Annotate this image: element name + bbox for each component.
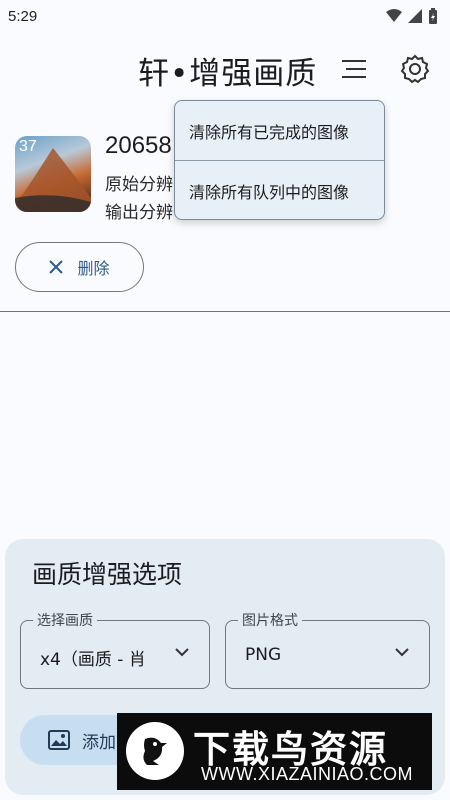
quality-select[interactable]: 选择画质 x4（画质 - 肖 bbox=[20, 610, 210, 689]
quality-label: 选择画质 bbox=[33, 610, 97, 630]
add-label: 添加 bbox=[82, 732, 116, 753]
settings-button[interactable] bbox=[398, 52, 432, 86]
delete-button[interactable]: 删除 bbox=[15, 242, 144, 292]
image-thumbnail[interactable]: 37 bbox=[15, 136, 91, 212]
image-icon bbox=[48, 730, 70, 750]
menu-item-clear-queued[interactable]: 清除所有队列中的图像 bbox=[175, 161, 384, 220]
menu-item-clear-completed[interactable]: 清除所有已完成的图像 bbox=[175, 101, 384, 160]
watermark-banner: 下载鸟资源 WWW.XIAZAINIAO.COM bbox=[117, 713, 432, 790]
wifi-icon bbox=[386, 9, 402, 22]
top-app-bar: 轩•增强画质 bbox=[0, 40, 450, 98]
battery-icon bbox=[429, 8, 437, 24]
format-select[interactable]: 图片格式 PNG bbox=[225, 610, 430, 689]
bird-logo-icon bbox=[126, 722, 184, 780]
menu-lines-icon bbox=[342, 60, 366, 78]
format-value: PNG bbox=[245, 645, 282, 665]
format-label: 图片格式 bbox=[238, 610, 302, 630]
menu-button[interactable] bbox=[337, 52, 371, 86]
chevron-down-icon bbox=[175, 648, 189, 657]
app-title: 轩•增强画质 bbox=[138, 56, 318, 92]
status-icons bbox=[386, 8, 438, 24]
status-time: 5:29 bbox=[8, 7, 38, 25]
delete-label: 删除 bbox=[77, 259, 110, 278]
output-resolution: 输出分辨 bbox=[105, 203, 173, 223]
quality-value: x4（画质 - 肖 bbox=[40, 650, 146, 670]
original-resolution: 原始分辨 bbox=[105, 175, 173, 195]
gear-icon bbox=[400, 54, 430, 84]
options-title: 画质增强选项 bbox=[32, 560, 183, 589]
mountain-image-icon bbox=[15, 148, 91, 212]
signal-icon bbox=[408, 9, 422, 23]
status-bar: 5:29 bbox=[0, 0, 450, 32]
clear-menu-dropdown: 清除所有已完成的图像 清除所有队列中的图像 bbox=[174, 100, 385, 220]
close-icon bbox=[49, 260, 64, 274]
chevron-down-icon bbox=[395, 648, 409, 657]
watermark-url: WWW.XIAZAINIAO.COM bbox=[201, 764, 413, 784]
list-divider bbox=[0, 311, 450, 312]
image-filename: 20658 bbox=[105, 132, 172, 159]
